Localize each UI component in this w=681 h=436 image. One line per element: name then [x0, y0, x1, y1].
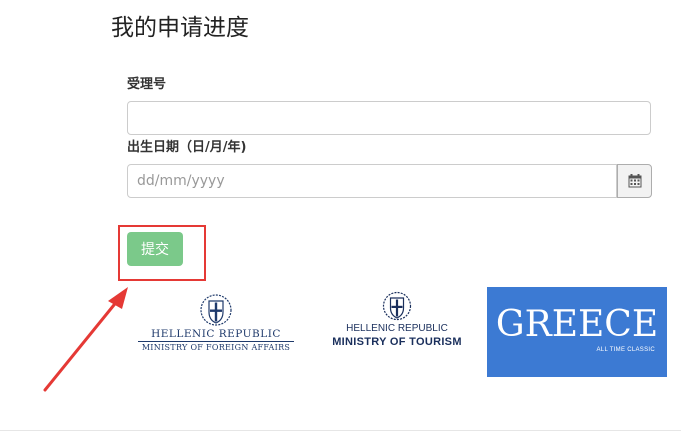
page-divider: [0, 430, 681, 431]
date-of-birth-label: 出生日期（日/月/年): [127, 140, 247, 155]
greece-logo-wordmark: GREECE: [495, 304, 659, 345]
greece-brand-logo: GREECE ALL TIME CLASSIC: [487, 287, 667, 377]
greek-coat-of-arms-icon: [200, 294, 232, 326]
tourism-logo-line2: MINISTRY OF TOURISM: [332, 336, 462, 348]
application-status-page: 我的申请进度 受理号 出生日期（日/月/年) 提交 HELLENI: [0, 0, 681, 436]
mfa-logo-line2: MINISTRY OF FOREIGN AFFAIRS: [141, 343, 291, 352]
page-title: 我的申请进度: [111, 15, 249, 41]
tourism-logo-line1: HELLENIC REPUBLIC: [346, 323, 448, 334]
reference-number-input[interactable]: [127, 101, 651, 135]
submit-button[interactable]: 提交: [127, 232, 183, 266]
date-of-birth-input[interactable]: [127, 164, 617, 198]
reference-number-label: 受理号: [127, 77, 167, 92]
ministry-foreign-affairs-logo: HELLENIC REPUBLIC MINISTRY OF FOREIGN AF…: [138, 292, 294, 356]
mfa-logo-line1: HELLENIC REPUBLIC: [138, 328, 294, 342]
greek-coat-of-arms-icon: [382, 291, 412, 321]
calendar-button[interactable]: [617, 164, 652, 198]
greece-logo-tagline: ALL TIME CLASSIC: [596, 347, 655, 353]
ministry-tourism-logo: HELLENIC REPUBLIC MINISTRY OF TOURISM: [330, 290, 464, 354]
calendar-icon: [628, 174, 641, 188]
